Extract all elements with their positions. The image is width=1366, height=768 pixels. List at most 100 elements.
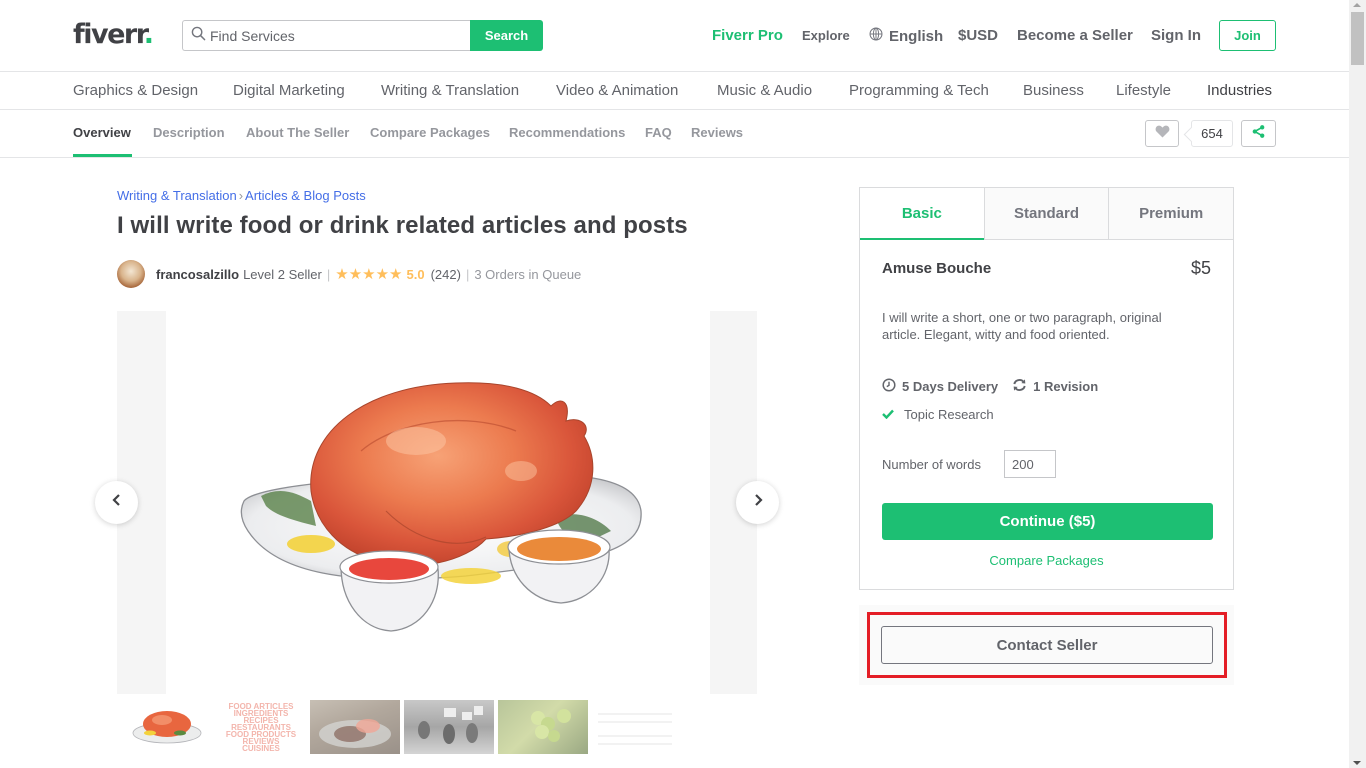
search-icon	[191, 26, 206, 46]
globe-icon	[869, 27, 883, 45]
revisions-label: 1 Revision	[1033, 379, 1099, 394]
sign-in-link[interactable]: Sign In	[1151, 27, 1201, 44]
search-bar: Search	[182, 20, 543, 51]
star-rating-icon: ★★★★★	[335, 266, 403, 283]
category-business[interactable]: Business	[1023, 82, 1084, 99]
package-description: I will write a short, one or two paragra…	[882, 310, 1162, 342]
thumbnail[interactable]	[592, 700, 682, 754]
seller-avatar[interactable]	[117, 260, 145, 288]
share-icon	[1252, 124, 1265, 143]
category-programming-tech[interactable]: Programming & Tech	[849, 82, 989, 99]
package-tab-premium[interactable]: Premium	[1108, 188, 1234, 239]
roast-turkey-illustration	[240, 382, 642, 632]
gallery-thumbnails: FOOD ARTICLES INGREDIENTS RECIPES RESTAU…	[122, 700, 682, 754]
language-selector[interactable]: English	[869, 27, 943, 45]
words-input[interactable]	[1003, 450, 1056, 478]
explore-link[interactable]: Explore	[802, 28, 850, 43]
scroll-down-arrow-icon[interactable]	[1353, 761, 1361, 765]
thumbnail-steak-image	[319, 719, 391, 748]
language-label: English	[889, 27, 944, 45]
tab-compare-packages[interactable]: Compare Packages	[370, 125, 490, 140]
breadcrumb: Writing & Translation › Articles & Blog Po…	[117, 188, 366, 203]
thumbnail-grapes-image	[531, 709, 571, 742]
currency-selector[interactable]: $USD	[958, 27, 998, 44]
orders-in-queue: 3 Orders in Queue	[474, 266, 582, 282]
package-tabs: Basic Standard Premium	[860, 188, 1234, 240]
gig-gallery	[117, 311, 757, 694]
fiverr-pro-link[interactable]: Fiverr Pro	[712, 27, 783, 44]
seller-level: Level 2 Seller	[243, 266, 322, 282]
gig-section-nav: Overview Description About The Seller Co…	[0, 110, 1349, 158]
become-seller-link[interactable]: Become a Seller	[1017, 27, 1133, 44]
clock-icon	[882, 378, 896, 395]
tab-recommendations[interactable]: Recommendations	[509, 125, 625, 140]
category-lifestyle[interactable]: Lifestyle	[1116, 82, 1171, 99]
thumbnail-vintage-photo	[418, 706, 483, 744]
words-label: Number of words	[882, 456, 981, 472]
revisions: 1 Revision	[1012, 378, 1098, 395]
join-button[interactable]: Join	[1219, 20, 1276, 51]
page-scrollbar[interactable]	[1349, 0, 1366, 768]
breadcrumb-separator: ›	[238, 188, 244, 203]
heart-icon	[1155, 125, 1170, 143]
gallery-main-image[interactable]	[166, 311, 710, 694]
share-button[interactable]	[1241, 120, 1276, 147]
thumbnail[interactable]: FOOD ARTICLES INGREDIENTS RECIPES RESTAU…	[216, 700, 306, 754]
scroll-up-arrow-icon[interactable]	[1353, 3, 1361, 7]
seller-overview: francosalzillo Level 2 Seller | ★★★★★ 5.…	[117, 259, 581, 289]
chevron-left-icon	[111, 493, 123, 512]
search-input[interactable]	[210, 27, 460, 44]
category-music-audio[interactable]: Music & Audio	[717, 82, 812, 99]
category-menu: Graphics & Design Digital Marketing Writ…	[0, 72, 1349, 110]
refresh-icon	[1012, 378, 1027, 395]
package-name: Amuse Bouche	[882, 260, 992, 277]
thumbnail-document-image	[598, 713, 672, 745]
highlight-box	[867, 612, 1227, 678]
search-field[interactable]	[182, 20, 470, 51]
package-tab-basic[interactable]: Basic	[860, 188, 984, 240]
active-tab-indicator	[73, 154, 132, 157]
category-graphics-design[interactable]: Graphics & Design	[73, 82, 198, 99]
category-digital-marketing[interactable]: Digital Marketing	[233, 82, 345, 99]
feature-label: Topic Research	[904, 407, 994, 422]
package-card: Basic Standard Premium Amuse Bouche $5 I…	[859, 187, 1234, 590]
fiverr-logo[interactable]: fiverr.	[73, 19, 154, 51]
gallery-next-button[interactable]	[736, 481, 779, 524]
tab-reviews[interactable]: Reviews	[691, 125, 743, 140]
thumbnail[interactable]	[498, 700, 588, 754]
rating-score: 5.0	[406, 266, 425, 282]
scrollbar-thumb[interactable]	[1351, 12, 1364, 65]
tab-description[interactable]: Description	[153, 125, 225, 140]
tab-about-seller[interactable]: About The Seller	[246, 125, 349, 140]
package-tab-standard[interactable]: Standard	[983, 188, 1109, 239]
words-option: Number of words	[882, 450, 1056, 478]
gig-title: I will write food or drink related artic…	[117, 212, 688, 239]
thumbnail-text: CUISINES	[242, 743, 280, 753]
thumbnail[interactable]	[404, 700, 494, 754]
favorites-count: 654	[1191, 120, 1233, 147]
package-meta: 5 Days Delivery 1 Revision	[882, 378, 1112, 395]
search-button[interactable]: Search	[470, 20, 543, 51]
seller-name[interactable]: francosalzillo	[156, 267, 239, 282]
compare-packages-link[interactable]: Compare Packages	[860, 553, 1233, 568]
tab-overview[interactable]: Overview	[73, 125, 131, 140]
logo-dot: .	[143, 19, 154, 50]
package-price: $5	[1190, 258, 1211, 278]
site-header: fiverr. Search Fiverr Pro Explore Englis…	[0, 0, 1349, 72]
favorite-button[interactable]	[1145, 120, 1179, 147]
thumbnail[interactable]	[310, 700, 400, 754]
continue-button[interactable]: Continue ($5)	[882, 503, 1213, 540]
thumbnail-turkey-image	[132, 711, 202, 744]
breadcrumb-writing-translation[interactable]: Writing & Translation	[117, 188, 237, 203]
logo-text: fiverr	[73, 19, 145, 50]
category-industries[interactable]: Industries	[1207, 82, 1272, 99]
breadcrumb-articles-blog-posts[interactable]: Articles & Blog Posts	[245, 188, 366, 203]
category-writing-translation[interactable]: Writing & Translation	[381, 82, 519, 99]
divider: |	[326, 266, 331, 282]
tab-faq[interactable]: FAQ	[645, 125, 672, 140]
rating-count[interactable]: (242)	[431, 267, 461, 282]
gallery-prev-button[interactable]	[95, 481, 138, 524]
category-video-animation[interactable]: Video & Animation	[556, 82, 678, 99]
thumbnail[interactable]	[122, 700, 212, 754]
delivery-time: 5 Days Delivery	[882, 378, 998, 395]
